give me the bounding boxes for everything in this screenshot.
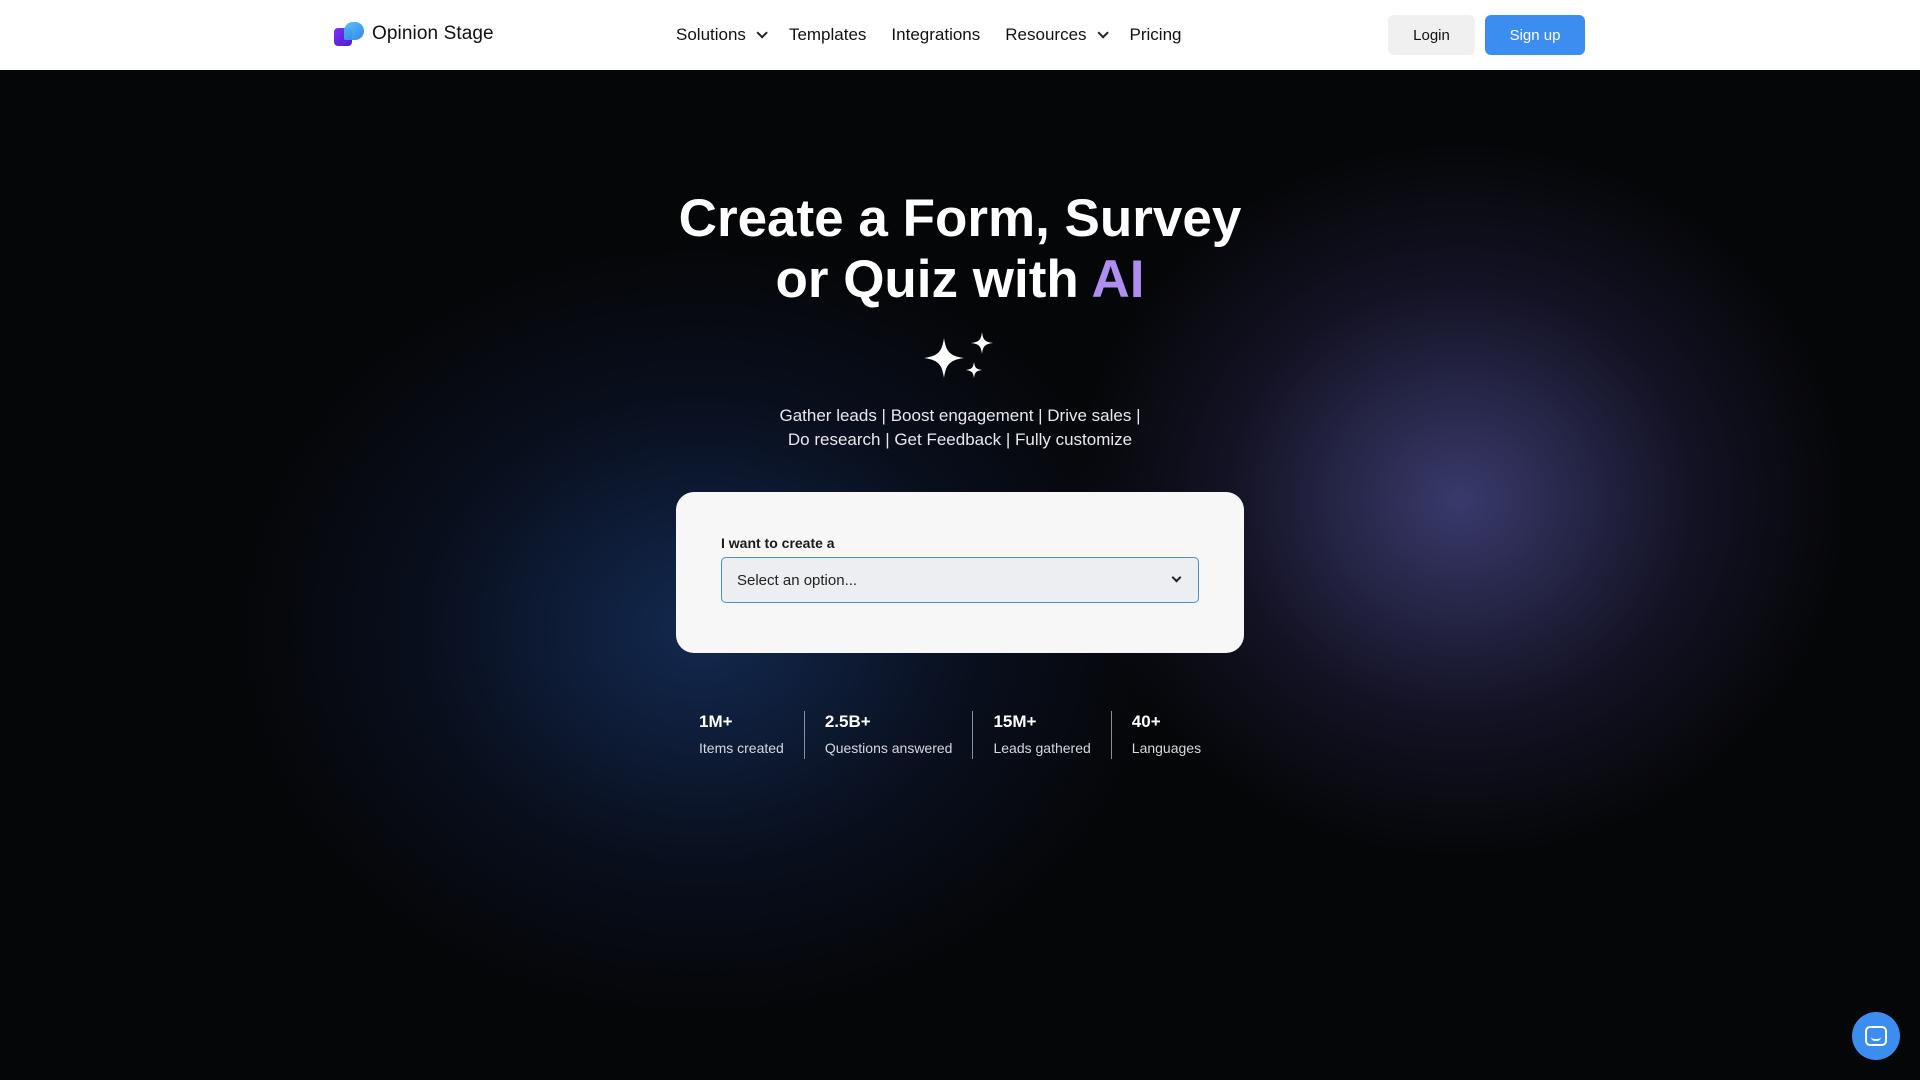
stat-leads-gathered: 15M+ Leads gathered <box>972 711 1110 759</box>
nav-item-resources[interactable]: Resources <box>1005 25 1109 45</box>
top-navigation-bar: Opinion Stage Solutions Templates Integr… <box>0 0 1920 70</box>
chat-icon <box>1865 1026 1887 1046</box>
stat-label: Questions answered <box>824 740 953 756</box>
nav-item-label: Solutions <box>676 25 746 44</box>
stats-row: 1M+ Items created 2.5B+ Questions answer… <box>679 711 1221 761</box>
nav-item-label: Pricing <box>1129 25 1182 44</box>
create-type-label: I want to create a <box>721 535 835 551</box>
headline-line-2: or Quiz with <box>775 250 1092 309</box>
nav-item-label: Integrations <box>891 25 981 44</box>
nav-item-integrations[interactable]: Integrations <box>891 25 980 45</box>
chevron-down-icon <box>1171 572 1182 583</box>
stat-languages: 40+ Languages <box>1110 711 1221 759</box>
nav-item-label: Resources <box>1005 25 1087 44</box>
hero-section: Create a Form, Survey or Quiz with AI Ga… <box>0 70 1920 1080</box>
stat-value: 15M+ <box>993 712 1037 731</box>
chevron-down-icon <box>756 27 768 39</box>
chevron-down-icon <box>1096 27 1109 39</box>
stat-label: Languages <box>1131 740 1202 756</box>
nav-item-solutions[interactable]: Solutions <box>676 25 768 45</box>
brand-name: Opinion Stage <box>372 23 494 44</box>
select-value: Select an option... <box>737 571 858 589</box>
login-button[interactable]: Login <box>1388 15 1475 55</box>
hero-subtitle: Gather leads | Boost engagement | Drive … <box>0 404 1920 452</box>
create-type-select[interactable]: Select an option... <box>721 557 1199 603</box>
sparkle-icon <box>924 332 993 378</box>
headline-ai-highlight: AI <box>1091 250 1145 309</box>
stat-items-created: 1M+ Items created <box>679 711 804 759</box>
headline-line-1: Create a Form, Survey <box>678 189 1242 248</box>
brand-logo[interactable]: Opinion Stage <box>334 20 494 48</box>
subtitle-line-1: Gather leads | Boost engagement | Drive … <box>779 406 1141 425</box>
stat-label: Items created <box>699 740 784 756</box>
signup-button[interactable]: Sign up <box>1485 15 1585 55</box>
nav-item-templates[interactable]: Templates <box>789 25 866 45</box>
nav-item-label: Templates <box>788 25 867 44</box>
logo-icon <box>334 20 364 48</box>
nav-item-pricing[interactable]: Pricing <box>1130 25 1182 45</box>
stat-value: 2.5B+ <box>824 712 871 731</box>
stat-questions-answered: 2.5B+ Questions answered <box>803 711 973 759</box>
stat-value: 1M+ <box>699 712 733 731</box>
chat-launcher-button[interactable] <box>1852 1012 1900 1060</box>
stat-value: 40+ <box>1131 712 1161 731</box>
stat-label: Leads gathered <box>993 740 1091 756</box>
subtitle-line-2: Do research | Get Feedback | Fully custo… <box>787 430 1133 449</box>
hero-headline: Create a Form, Survey or Quiz with AI <box>0 188 1920 310</box>
create-form-card: I want to create a Select an option... <box>676 492 1244 653</box>
main-nav: Solutions Templates Integrations Resourc… <box>676 0 1182 70</box>
